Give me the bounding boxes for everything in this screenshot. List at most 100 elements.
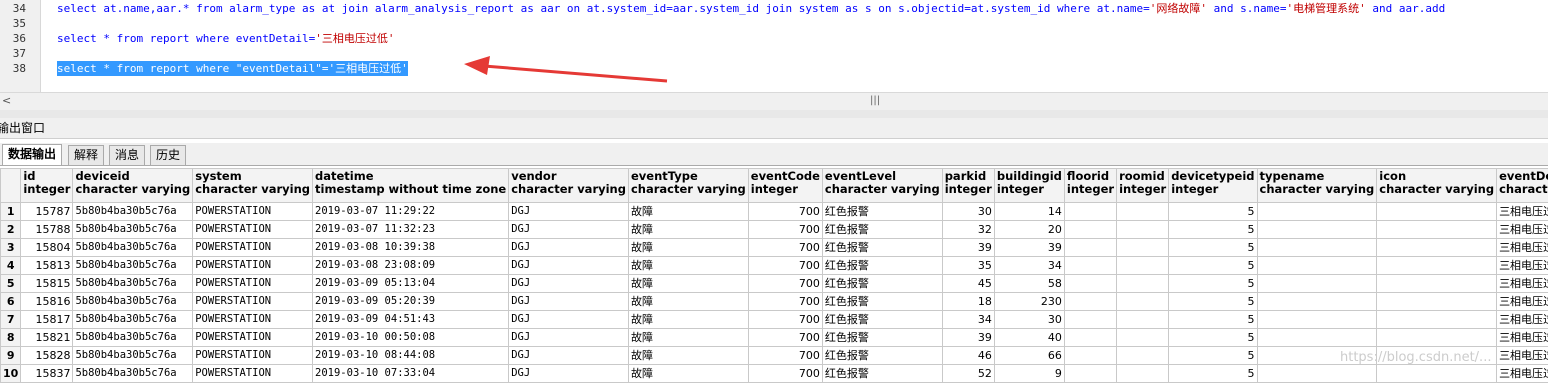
table-cell[interactable]: DGJ xyxy=(509,329,629,347)
table-cell[interactable]: 故障 xyxy=(628,311,748,329)
table-cell[interactable]: 故障 xyxy=(628,365,748,383)
code-line[interactable]: 37 xyxy=(0,46,1548,61)
tab-messages[interactable]: 消息 xyxy=(109,145,145,165)
table-cell[interactable]: 5b80b4ba30b5c76a xyxy=(73,257,193,275)
column-header[interactable]: buildingidinteger xyxy=(994,169,1064,203)
table-cell[interactable]: POWERSTATION xyxy=(193,311,313,329)
row-number[interactable]: 5 xyxy=(1,275,21,293)
table-cell[interactable]: 三相电压过低 xyxy=(1497,221,1548,239)
table-cell[interactable] xyxy=(1377,293,1497,311)
table-cell[interactable]: DGJ xyxy=(509,203,629,221)
table-cell[interactable] xyxy=(1377,257,1497,275)
table-cell[interactable]: 故障 xyxy=(628,293,748,311)
table-cell[interactable]: 700 xyxy=(748,311,822,329)
table-cell[interactable]: 5b80b4ba30b5c76a xyxy=(73,311,193,329)
column-header[interactable]: iconcharacter varying xyxy=(1377,169,1497,203)
table-cell[interactable]: 故障 xyxy=(628,203,748,221)
table-cell[interactable]: 39 xyxy=(942,329,994,347)
table-cell[interactable] xyxy=(1064,275,1116,293)
column-header[interactable]: roomidinteger xyxy=(1117,169,1169,203)
table-cell[interactable]: 红色报警 xyxy=(822,311,942,329)
scroll-grip-icon[interactable]: ||| xyxy=(870,95,880,106)
table-cell[interactable] xyxy=(1257,257,1377,275)
table-cell[interactable]: DGJ xyxy=(509,347,629,365)
table-cell[interactable]: 46 xyxy=(942,347,994,365)
grid-corner[interactable] xyxy=(1,169,21,203)
table-cell[interactable]: 40 xyxy=(994,329,1064,347)
scroll-left-arrow-icon[interactable]: < xyxy=(2,94,11,107)
table-cell[interactable]: 700 xyxy=(748,365,822,383)
table-cell[interactable]: 2019-03-07 11:29:22 xyxy=(313,203,509,221)
table-cell[interactable]: 5b80b4ba30b5c76a xyxy=(73,347,193,365)
table-cell[interactable] xyxy=(1377,203,1497,221)
table-cell[interactable] xyxy=(1117,311,1169,329)
table-cell[interactable]: 15804 xyxy=(21,239,73,257)
table-cell[interactable]: 15813 xyxy=(21,257,73,275)
table-cell[interactable] xyxy=(1257,329,1377,347)
table-row[interactable]: 2157885b80b4ba30b5c76aPOWERSTATION2019-0… xyxy=(1,221,1548,239)
table-row[interactable]: 5158155b80b4ba30b5c76aPOWERSTATION2019-0… xyxy=(1,275,1548,293)
table-cell[interactable]: 三相电压过低 xyxy=(1497,239,1548,257)
table-cell[interactable]: 三相电压过低 xyxy=(1497,365,1548,383)
table-cell[interactable]: 三相电压过低 xyxy=(1497,203,1548,221)
table-cell[interactable]: 2019-03-10 00:50:08 xyxy=(313,329,509,347)
table-cell[interactable]: 故障 xyxy=(628,329,748,347)
table-cell[interactable] xyxy=(1117,329,1169,347)
table-cell[interactable] xyxy=(1064,293,1116,311)
table-cell[interactable] xyxy=(1257,239,1377,257)
table-cell[interactable]: 故障 xyxy=(628,257,748,275)
table-row[interactable]: 7158175b80b4ba30b5c76aPOWERSTATION2019-0… xyxy=(1,311,1548,329)
table-cell[interactable] xyxy=(1377,221,1497,239)
table-cell[interactable] xyxy=(1064,239,1116,257)
editor-horizontal-scrollbar[interactable]: < ||| xyxy=(0,92,1548,111)
table-cell[interactable]: 三相电压过低 xyxy=(1497,311,1548,329)
table-cell[interactable]: 39 xyxy=(994,239,1064,257)
table-cell[interactable]: POWERSTATION xyxy=(193,275,313,293)
table-cell[interactable] xyxy=(1377,329,1497,347)
table-cell[interactable]: 700 xyxy=(748,329,822,347)
table-cell[interactable]: 15817 xyxy=(21,311,73,329)
table-row[interactable]: 3158045b80b4ba30b5c76aPOWERSTATION2019-0… xyxy=(1,239,1548,257)
table-cell[interactable]: DGJ xyxy=(509,239,629,257)
table-cell[interactable] xyxy=(1117,221,1169,239)
table-cell[interactable]: DGJ xyxy=(509,257,629,275)
table-cell[interactable]: 700 xyxy=(748,221,822,239)
row-number[interactable]: 3 xyxy=(1,239,21,257)
table-cell[interactable]: DGJ xyxy=(509,293,629,311)
table-cell[interactable]: 14 xyxy=(994,203,1064,221)
table-cell[interactable] xyxy=(1117,293,1169,311)
selected-code-text[interactable]: select * from report where "eventDetail"… xyxy=(57,61,408,76)
column-header[interactable]: systemcharacter varying xyxy=(193,169,313,203)
column-header[interactable]: deviceidcharacter varying xyxy=(73,169,193,203)
table-cell[interactable]: 34 xyxy=(994,257,1064,275)
table-cell[interactable]: 5b80b4ba30b5c76a xyxy=(73,203,193,221)
table-cell[interactable]: 32 xyxy=(942,221,994,239)
table-cell[interactable]: DGJ xyxy=(509,311,629,329)
row-number[interactable]: 7 xyxy=(1,311,21,329)
table-cell[interactable] xyxy=(1064,221,1116,239)
table-cell[interactable]: 700 xyxy=(748,239,822,257)
table-cell[interactable]: 20 xyxy=(994,221,1064,239)
table-cell[interactable]: 45 xyxy=(942,275,994,293)
table-row[interactable]: 10158375b80b4ba30b5c76aPOWERSTATION2019-… xyxy=(1,365,1548,383)
table-cell[interactable]: 30 xyxy=(942,203,994,221)
table-cell[interactable]: 红色报警 xyxy=(822,257,942,275)
column-header[interactable]: eventTypecharacter varying xyxy=(628,169,748,203)
table-cell[interactable] xyxy=(1117,239,1169,257)
table-cell[interactable] xyxy=(1117,203,1169,221)
result-grid[interactable]: idintegerdeviceidcharacter varyingsystem… xyxy=(0,168,1548,383)
table-cell[interactable] xyxy=(1377,311,1497,329)
table-cell[interactable] xyxy=(1064,257,1116,275)
column-header[interactable]: idinteger xyxy=(21,169,73,203)
table-cell[interactable]: 2019-03-10 08:44:08 xyxy=(313,347,509,365)
table-cell[interactable]: POWERSTATION xyxy=(193,203,313,221)
table-cell[interactable] xyxy=(1117,347,1169,365)
column-header[interactable]: datetimetimestamp without time zone xyxy=(313,169,509,203)
table-cell[interactable]: 红色报警 xyxy=(822,239,942,257)
table-cell[interactable] xyxy=(1377,365,1497,383)
table-cell[interactable] xyxy=(1257,203,1377,221)
table-cell[interactable]: 700 xyxy=(748,203,822,221)
table-cell[interactable]: POWERSTATION xyxy=(193,347,313,365)
table-cell[interactable]: 5 xyxy=(1169,347,1257,365)
row-number[interactable]: 6 xyxy=(1,293,21,311)
